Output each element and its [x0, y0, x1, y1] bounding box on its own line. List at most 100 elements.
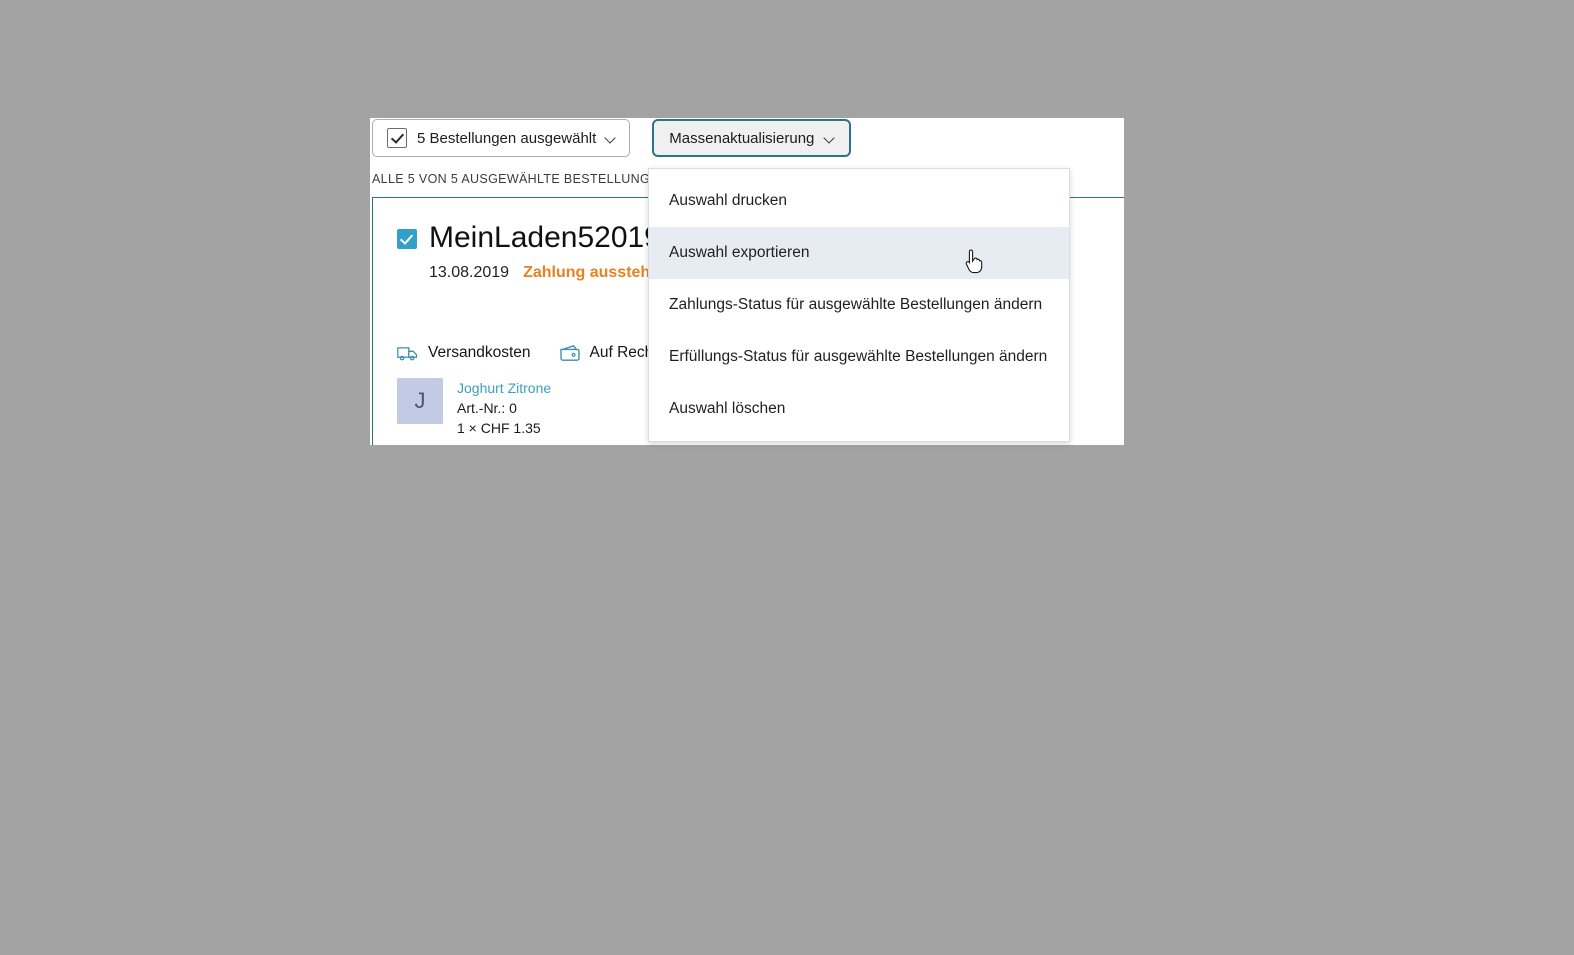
order-expand-chevron-right-icon[interactable] — [1509, 345, 1525, 361]
date-to-field[interactable]: Bis 26.08.2019 — [193, 345, 354, 391]
accordion-zahlungsarten[interactable]: Zahlungsarten — [24, 750, 354, 794]
sidebar-item-bezahlt[interactable]: Bezahlt. Muss noch versandt werden 1 — [24, 191, 354, 220]
divider — [24, 294, 354, 295]
sidebar-item-nicht-bezahlt[interactable]: Nicht bezahlt. Muss versandt werden 6 — [24, 162, 354, 191]
product-options: Gewicht: 120g, Fettanteil: Halbfett, Vor… — [457, 742, 1079, 778]
preset-dieses-jahr[interactable]: dieses Jahr — [24, 539, 185, 575]
chevron-down-icon — [146, 694, 157, 705]
accordion-products[interactable]: Products — [24, 896, 354, 940]
product-info: Weichkäse Art.-Nr.: 00004 Gewicht: 120g,… — [457, 700, 1087, 800]
update-order-label: Bestellung aktualisieren — [1338, 281, 1492, 297]
order-summary: CHF 6.45 Rechnung drucken Bestellung akt… — [1162, 220, 1525, 306]
menu-item-auswahl-loeschen[interactable]: Auswahl löschen — [649, 383, 1069, 435]
search-icon — [150, 84, 166, 101]
datum-filter-header[interactable]: Datum Leeren — [24, 303, 354, 333]
sidebar: Alle Bestellungen 8 Nicht bezahlt. Muss … — [24, 133, 354, 955]
order-actions: Rechnung drucken Bestellung aktualisiere… — [1162, 594, 1525, 628]
menu-item-auswahl-exportieren[interactable]: Auswahl exportieren — [649, 227, 1069, 279]
preset-zeitraum[interactable]: Zeitraum — [193, 539, 354, 575]
datum-clear-button[interactable]: Leeren — [310, 310, 354, 326]
filter-button-label: Filter — [44, 84, 79, 101]
order-header: MeinLaden42019 13.08.2019 Zahlung ausste… — [373, 542, 1553, 628]
bulk-update-button[interactable]: Massenaktualisierung — [652, 119, 852, 157]
product-name-link[interactable]: Joghurt Zitrone — [457, 378, 551, 398]
sidebar-item-ausfuehrung-in-arbeit[interactable]: Ausführung in Arbeit 0 — [24, 220, 354, 249]
menu-item-erfuellungs-status-aendern[interactable]: Erfüllungs-Status für ausgewählte Bestel… — [649, 331, 1069, 383]
order-date: 13.08.2019 — [429, 586, 510, 603]
wallet-icon — [559, 345, 580, 361]
preset-heute[interactable]: Heute — [24, 407, 185, 443]
date-from-label: Von — [34, 350, 53, 362]
menu-item-auswahl-drucken[interactable]: Auswahl drucken — [649, 175, 1069, 227]
sidebar-item-label: Ausführung in Arbeit — [24, 226, 160, 243]
selected-orders-label: 5 Bestellungen ausgewählt — [417, 129, 597, 147]
order-shipping-row: Versandkosten Auf Rechnung — [373, 666, 1553, 684]
preset-diesen-monat[interactable]: diesen Monat — [193, 451, 354, 487]
datum-title-group: Datum — [24, 308, 114, 328]
product-sku: Art.-Nr.: 0 — [457, 400, 517, 416]
bulk-update-label: Massenaktualisierung — [669, 129, 815, 147]
order-summary: CHF 8.75 Rechnung drucken Bestellung akt… — [1162, 542, 1525, 628]
app-root: Bestellungen: Von 2019 Jun 1 Bis 2019 Au… — [0, 0, 1574, 955]
checkmark-icon — [387, 128, 407, 148]
sidebar-item-unbezahlte-auftraege[interactable]: Unbezahlte Aufträge — [24, 249, 354, 278]
date-range-presets: Heute Gestern diese Woche diesen Monat l… — [24, 407, 354, 575]
search-input[interactable] — [177, 84, 1539, 101]
sidebar-item-alle-bestellungen[interactable]: Alle Bestellungen 8 — [24, 133, 354, 162]
print-invoice-button[interactable]: Rechnung drucken — [1162, 594, 1314, 628]
preset-gestern[interactable]: Gestern — [193, 407, 354, 443]
preset-diese-woche[interactable]: diese Woche — [24, 451, 185, 487]
divider — [24, 808, 354, 809]
accordion-versandarten[interactable]: Versandarten — [24, 823, 354, 867]
order-fulfillment-status-label: Warten auf Bearbeitung — [705, 586, 886, 603]
sidebar-item-count: 0 — [345, 226, 354, 243]
order-meta: 13.08.2019 Zahlung ausstehend Warten auf… — [429, 586, 899, 604]
order-payment-status[interactable]: Zahlung ausstehend — [523, 586, 692, 604]
order-total: CHF 8.75 — [1396, 543, 1525, 576]
menu-item-zahlungs-status-aendern[interactable]: Zahlungs-Status für ausgewählte Bestellu… — [649, 279, 1069, 331]
sidebar-item-count: 8 — [345, 139, 354, 156]
order-select-checkbox[interactable] — [397, 229, 417, 249]
accordion-zahlungsstatus[interactable]: Zahlungsstatus — [24, 604, 354, 648]
sidebar-item-count: 1 — [345, 197, 354, 214]
chevron-down-icon — [151, 621, 162, 632]
datum-title: Datum — [42, 308, 95, 327]
divider — [24, 735, 354, 736]
order-select-checkbox[interactable] — [397, 551, 417, 571]
chevron-down-icon — [1501, 285, 1510, 294]
chevron-down-icon — [606, 134, 615, 143]
search-box[interactable] — [134, 70, 1554, 115]
bulk-update-dropdown-menu: Auswahl drucken Auswahl exportieren Zahl… — [648, 168, 1070, 442]
order-expand-chevron-right-icon[interactable] — [1509, 687, 1525, 703]
accordion-label: Zahlungsstatus — [24, 617, 143, 634]
order-fulfillment-status[interactable]: Warten auf Bearbeitung — [706, 586, 899, 604]
order-card: MeinLaden42019 13.08.2019 Zahlung ausste… — [372, 519, 1554, 870]
preset-letzten-30-tage[interactable]: letzten 30 Tage — [193, 495, 354, 531]
date-from-field[interactable]: Von 01.06.2019 — [24, 345, 185, 391]
product-thumbnail: J — [397, 378, 443, 424]
sidebar-item-label: Bezahlt. Muss noch versandt werden — [24, 197, 270, 214]
order-customer-comment: Kundenkommentare: Für dich. — [397, 464, 599, 481]
shipping-cost-label: Versandkosten — [428, 666, 531, 683]
chevron-up-icon — [88, 88, 98, 98]
print-invoice-button[interactable]: Rechnung drucken — [1162, 272, 1314, 306]
chevron-down-icon — [134, 840, 145, 851]
sidebar-item-label: Alle Bestellungen — [24, 139, 140, 156]
update-order-button[interactable]: Bestellung aktualisieren — [1323, 594, 1525, 628]
order-actions: Rechnung drucken Bestellung aktualisiere… — [1162, 272, 1525, 306]
truck-icon — [397, 669, 418, 683]
shipping-cost-item: Versandkosten — [397, 666, 531, 684]
order-total: CHF 6.45 — [1396, 221, 1525, 254]
product-name-link[interactable]: Weichkäse — [457, 700, 1087, 720]
order-title: MeinLaden42019 — [429, 543, 661, 576]
filter-toggle-button[interactable]: Filter — [24, 70, 119, 115]
accordion-auftragsstatus[interactable]: Auftragsstatus — [24, 677, 354, 721]
chevron-down-icon — [1501, 607, 1510, 616]
print-invoice-label: Rechnung drucken — [1177, 603, 1299, 619]
selected-orders-dropdown[interactable]: 5 Bestellungen ausgewählt — [372, 119, 631, 157]
sidebar-item-label: Unbezahlte Aufträge — [24, 255, 160, 272]
update-order-button[interactable]: Bestellung aktualisieren — [1323, 272, 1525, 306]
truck-icon — [397, 347, 418, 361]
product-thumbnail-image — [409, 712, 431, 734]
preset-letzten-7-tage[interactable]: letzten 7 Tage — [24, 495, 185, 531]
